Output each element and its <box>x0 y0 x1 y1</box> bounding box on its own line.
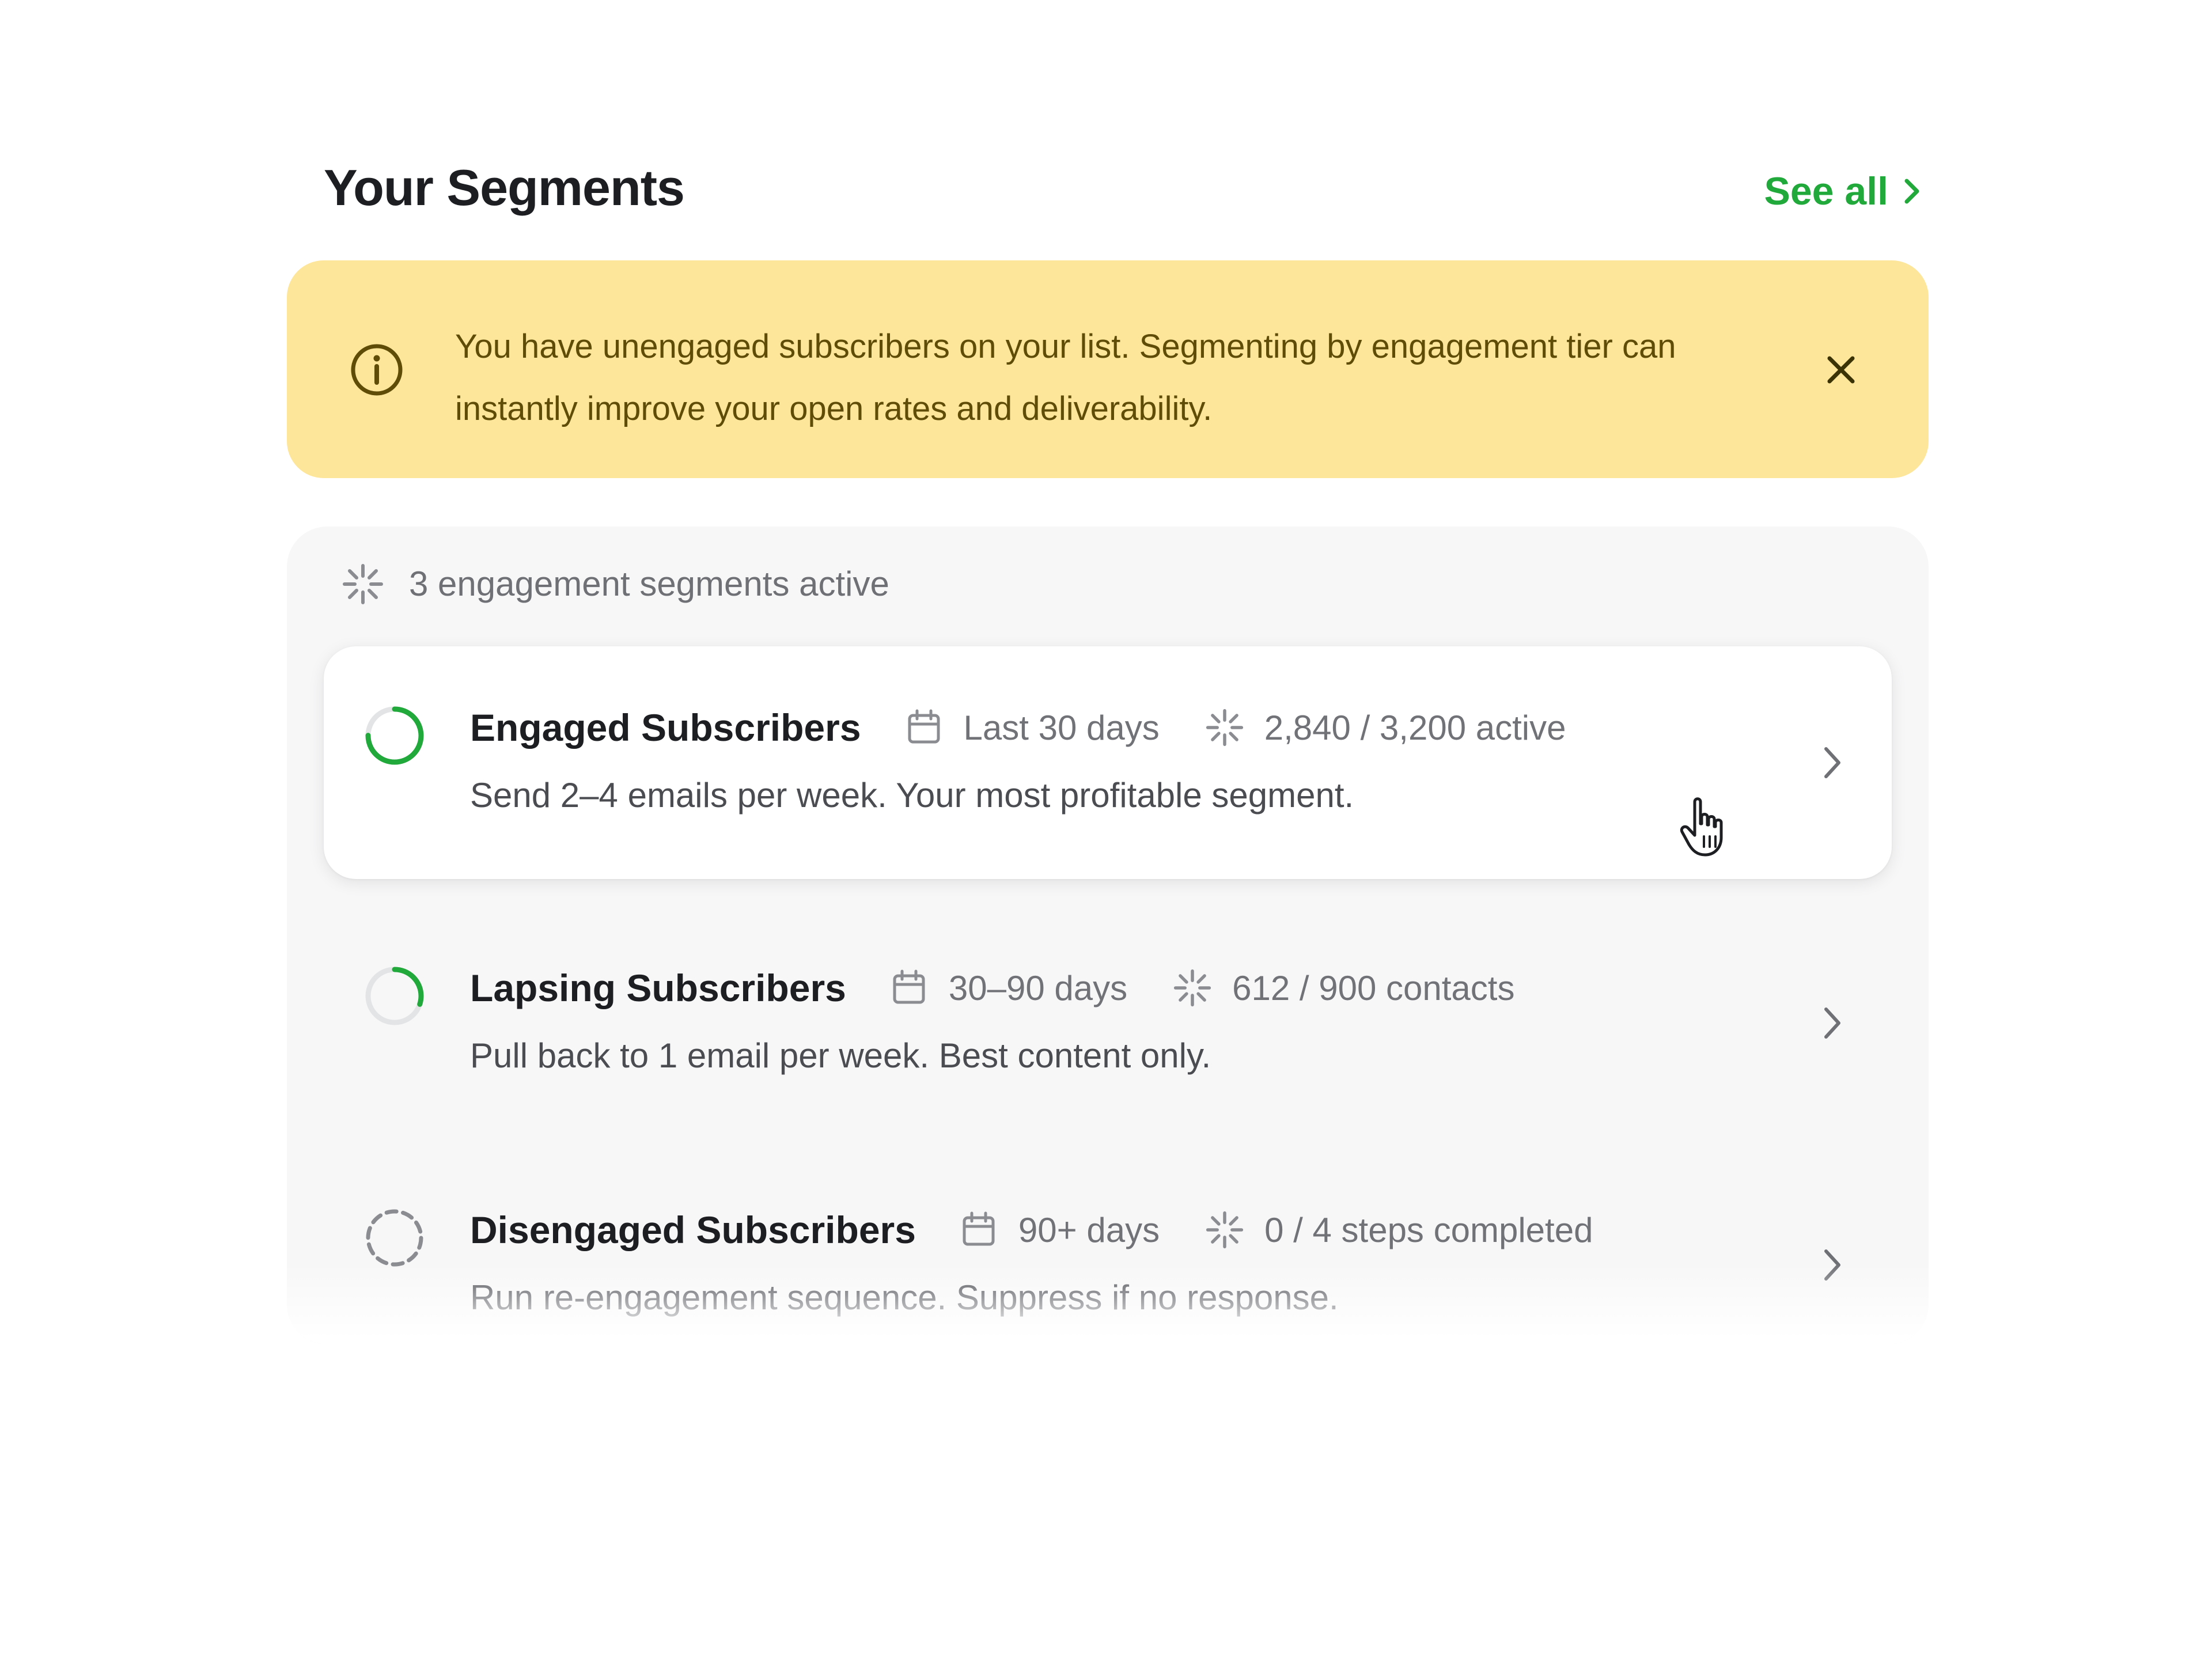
segments-summary-text: 3 engagement segments active <box>409 565 889 603</box>
segment-name: Engaged Subscribers <box>470 706 861 749</box>
segments-panel: 3 engagement segments active Engaged Sub… <box>287 527 1929 1344</box>
sparkle-icon <box>343 564 383 604</box>
segment-description: Pull back to 1 email per week. Best cont… <box>470 1036 1211 1075</box>
banner-message: You have unengaged subscribers on your l… <box>455 328 1676 427</box>
segment-name: Lapsing Subscribers <box>470 967 846 1009</box>
progress-ring-icon <box>366 1209 423 1267</box>
segment-period-text: Last 30 days <box>963 708 1160 747</box>
close-icon[interactable] <box>1824 353 1858 387</box>
segment-header: Disengaged Subscribers 90+ days 0 / 4 st… <box>470 1204 1639 1256</box>
segment-period-text: 90+ days <box>1018 1210 1160 1249</box>
progress-ring-dashed <box>366 1209 423 1267</box>
sparkle-icon <box>1174 969 1211 1007</box>
segment-period: Last 30 days <box>905 708 1160 748</box>
see-all-link[interactable]: See all <box>1764 172 1923 211</box>
segment-stat-text: 0 / 4 steps completed <box>1264 1210 1593 1249</box>
progress-ring-icon <box>365 706 424 765</box>
segment-stat-text: 2,840 / 3,200 active <box>1264 708 1566 747</box>
segment-stat-text: 612 / 900 contacts <box>1232 968 1515 1007</box>
see-all-label: See all <box>1764 169 1889 213</box>
sparkle-icon <box>1206 709 1243 747</box>
calendar-icon <box>893 969 925 1004</box>
segment-stat: 612 / 900 contacts <box>1173 968 1514 1008</box>
segment-period-text: 30–90 days <box>948 968 1128 1007</box>
info-icon <box>351 344 403 396</box>
segment-description: Send 2–4 emails per week. Your most prof… <box>470 776 1354 815</box>
segment-row-1[interactable]: Engaged Subscribers Last 30 days 2,840 /… <box>324 646 1892 879</box>
chevron-right-icon <box>1824 747 1840 778</box>
segment-row-2[interactable]: Lapsing Subscribers 30–90 days 612 / 900… <box>324 907 1892 1139</box>
segment-stat: 0 / 4 steps completed <box>1206 1210 1593 1250</box>
chevron-right-icon <box>1824 1007 1840 1039</box>
panel-fade-overlay <box>287 1264 1929 1344</box>
segments-summary: 3 engagement segments active <box>342 563 889 605</box>
calendar-icon <box>963 1211 995 1246</box>
progress-ring-icon <box>365 967 424 1025</box>
segment-period: 30–90 days <box>890 968 1127 1008</box>
segment-stat: 2,840 / 3,200 active <box>1206 708 1566 748</box>
segment-header: Lapsing Subscribers 30–90 days 612 / 900… <box>470 962 1560 1014</box>
sparkle-icon <box>1206 1211 1244 1249</box>
calendar-icon <box>908 709 940 744</box>
chevron-right-icon <box>1904 179 1919 204</box>
segment-header: Engaged Subscribers Last 30 days 2,840 /… <box>470 702 1612 753</box>
hand-pointer-cursor-icon <box>1680 797 1723 857</box>
segments-header: Your Segments See all <box>324 156 1929 225</box>
segment-name: Disengaged Subscribers <box>470 1209 916 1251</box>
segment-period: 90+ days <box>960 1210 1160 1250</box>
page-title: Your Segments <box>324 159 685 216</box>
engagement-alert-banner: You have unengaged subscribers on your l… <box>287 260 1929 478</box>
